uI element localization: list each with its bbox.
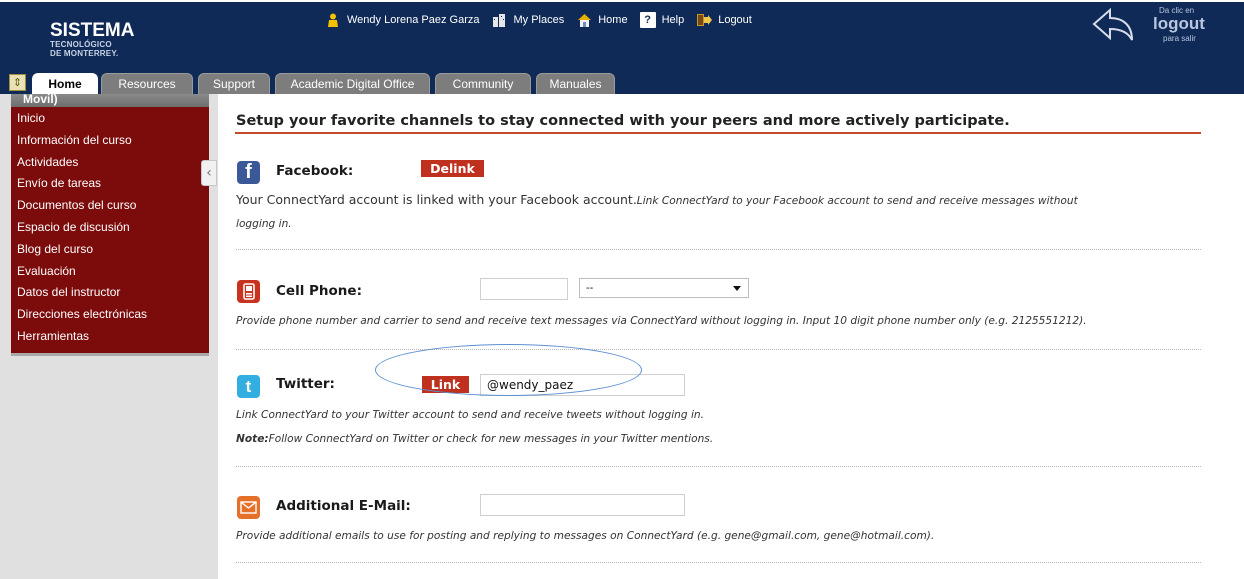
cell-phone-label: Cell Phone: — [276, 283, 362, 299]
facebook-status-text: Your ConnectYard account is linked with … — [236, 192, 637, 207]
logo-line3: DE MONTERREY. — [50, 49, 119, 58]
tab-academic-digital-office[interactable]: Academic Digital Office — [275, 73, 430, 94]
twitter-desc: Link ConnectYard to your Twitter account… — [236, 409, 705, 421]
tab-manuales[interactable]: Manuales — [536, 73, 615, 94]
facebook-label: Facebook: — [276, 163, 354, 179]
page-title: Setup your favorite channels to stay con… — [236, 113, 1010, 129]
user-name: Wendy Lorena Paez Garza — [347, 14, 480, 26]
carrier-select[interactable]: -- — [579, 278, 749, 298]
phone-number-input[interactable] — [480, 278, 568, 300]
logout-icon — [696, 12, 713, 28]
logout-link[interactable]: Logout — [696, 12, 752, 28]
logo-line2: TECNOLÓGICO — [50, 40, 112, 49]
sidebar-item-datos-del-instructor[interactable]: Datos del instructor — [17, 282, 209, 304]
back-arrow-icon — [1092, 7, 1133, 41]
sidebar-item-blog-del-curso[interactable]: Blog del curso — [17, 239, 209, 261]
logout-label: Logout — [718, 14, 752, 26]
additional-email-desc: Provide additional emails to use for pos… — [236, 530, 935, 542]
sidebar-item-actividades[interactable]: Actividades — [17, 152, 209, 174]
email-icon — [237, 496, 260, 519]
sidebar-item-espacio-de-discusion[interactable]: Espacio de discusión — [17, 217, 209, 239]
home-icon — [576, 12, 592, 28]
my-places-label: My Places — [513, 14, 565, 26]
highlight-ellipse — [375, 344, 642, 396]
additional-email-label: Additional E-Mail: — [276, 498, 411, 514]
help-icon: ? — [639, 12, 656, 28]
top-navigation: Wendy Lorena Paez Garza My Places Home ?… — [325, 10, 764, 30]
twitter-note-text: Follow ConnectYard on Twitter or check f… — [268, 433, 714, 445]
sidebar-item-documentos-del-curso[interactable]: Documentos del curso — [17, 195, 209, 217]
chevron-down-icon — [733, 286, 741, 291]
sidebar-item-informacion-del-curso[interactable]: Información del curso — [17, 130, 209, 152]
facebook-desc-line1: Link ConnectYard to your Facebook accoun… — [636, 195, 1078, 207]
sidebar-item-envio-de-tareas[interactable]: Envío de tareas — [17, 173, 209, 195]
twitter-icon: t — [237, 375, 260, 398]
twitter-note: Note:Follow ConnectYard on Twitter or ch… — [236, 433, 713, 445]
carrier-selected-value: -- — [586, 282, 594, 294]
collapse-sidebar-button[interactable]: ‹ — [201, 160, 217, 186]
logout-banner-line2: logout — [1153, 14, 1205, 33]
user-icon — [325, 12, 341, 28]
facebook-desc-line2: logging in. — [236, 218, 292, 230]
facebook-status: Your ConnectYard account is linked with … — [236, 192, 1078, 207]
header-top-band — [0, 0, 1244, 2]
top-header: SISTEMA TECNOLÓGICO DE MONTERREY. Wendy … — [0, 0, 1244, 94]
sidebar-item-evaluacion[interactable]: Evaluación — [17, 261, 209, 283]
cell-phone-desc: Provide phone number and carrier to send… — [236, 315, 1087, 327]
home-link[interactable]: Home — [576, 12, 628, 28]
tab-home[interactable]: Home — [32, 73, 98, 94]
buildings-icon — [491, 12, 507, 28]
logout-banner[interactable]: Da clic en logout para salir — [1088, 2, 1208, 46]
help-label: Help — [661, 14, 685, 26]
user-profile-link[interactable]: Wendy Lorena Paez Garza — [325, 12, 479, 28]
twitter-note-label: Note: — [236, 433, 269, 445]
main-tabs: ⇕ Home Resources Support Academic Digita… — [0, 70, 1244, 94]
sidebar-item-inicio[interactable]: Inicio — [17, 108, 209, 130]
help-link[interactable]: ? Help — [639, 12, 685, 28]
facebook-icon: f — [237, 161, 260, 184]
sidebar-item-herramientas[interactable]: Herramientas — [17, 326, 209, 348]
tab-community[interactable]: Community — [435, 73, 531, 94]
twitter-label: Twitter: — [276, 376, 335, 392]
chevron-left-icon: ‹ — [206, 165, 212, 181]
section-divider — [236, 466, 1201, 467]
section-divider — [236, 249, 1201, 250]
facebook-delink-button[interactable]: Delink — [421, 160, 484, 177]
title-divider — [235, 132, 1201, 134]
tab-support[interactable]: Support — [198, 73, 270, 94]
logout-banner-line3: para salir — [1163, 34, 1196, 43]
sidebar-item-direcciones-electronicas[interactable]: Direcciones electrónicas — [17, 304, 209, 326]
my-places-link[interactable]: My Places — [491, 12, 564, 28]
institution-logo[interactable]: SISTEMA TECNOLÓGICO DE MONTERREY. — [50, 20, 135, 58]
section-divider — [236, 562, 1201, 563]
logo-line1: SISTEMA — [50, 20, 135, 41]
section-divider — [236, 349, 1201, 350]
expand-toggle-icon[interactable]: ⇕ — [9, 74, 26, 91]
home-label: Home — [598, 14, 628, 26]
tab-resources[interactable]: Resources — [101, 73, 193, 94]
sidebar-header: Movil) — [11, 94, 209, 107]
cell-phone-icon — [237, 280, 260, 303]
additional-email-input[interactable] — [480, 494, 685, 516]
course-sidebar: Movil) Inicio Información del curso Acti… — [11, 94, 209, 356]
main-content: Setup your favorite channels to stay con… — [218, 94, 1244, 579]
